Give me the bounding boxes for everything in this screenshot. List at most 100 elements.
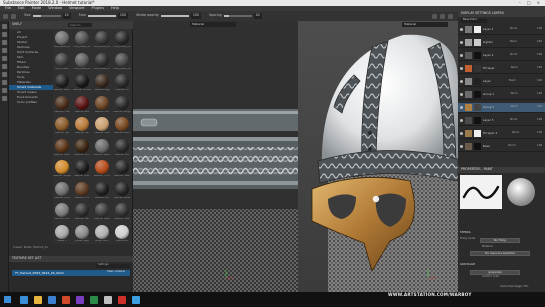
visibility-eye-icon[interactable] [460,119,463,122]
texture-set-shader[interactable]: Main shader [107,270,125,273]
start-menu-icon[interactable] [4,296,11,303]
layer-opacity[interactable]: 100 [537,93,542,96]
eraser-icon[interactable] [2,32,7,37]
shelf-material-tile[interactable]: Leather Soft [93,95,111,119]
shelf-material-tile[interactable]: Leather Fab [53,116,71,140]
shelf-material-tile[interactable]: PBR_Metal_01 [53,30,71,54]
taskbar-app-icon[interactable] [90,295,98,304]
layer-opacity[interactable]: 100 [537,119,542,122]
layer-blend-mode[interactable]: Norm [510,119,517,122]
shelf-material-tile[interactable]: Leather Mat [73,202,91,226]
shelf-material-tile[interactable]: Leather Straps [53,159,71,183]
shelf-material-tile[interactable]: Leather Dirt [93,181,111,205]
close-button[interactable]: × [537,1,540,5]
shelf-material-tile[interactable]: Leather Rich [73,138,91,162]
layer-mask-thumbnail[interactable] [474,65,481,72]
visibility-eye-icon[interactable] [460,106,463,109]
layer-blend-mode[interactable]: Norm [511,67,518,70]
viewport-3d-mode-dropdown[interactable]: Material [402,22,448,27]
layer-blend-mode[interactable]: Norm [508,145,515,148]
taskbar-app-icon[interactable] [48,295,56,304]
export-icon[interactable] [2,96,7,101]
shelf-material-tile[interactable]: Leather Fin2 [73,181,91,205]
visibility-eye-icon[interactable] [460,54,463,57]
layer-mask-thumbnail[interactable] [474,39,481,46]
layer-blend-mode[interactable]: Norm [510,41,517,44]
shelf-material-tile[interactable]: Leather Tan [73,116,91,140]
spacing-slider[interactable]: Spacing 20 [209,13,262,19]
layer-mask-thumbnail[interactable] [474,104,481,111]
shelf-material-tile[interactable]: PBR_Metal_06 [73,52,91,76]
shelf-material-tile[interactable]: Leather Black [53,73,71,97]
shelf-material-tile[interactable]: Leather Scuff [73,159,91,183]
layer-mask-thumbnail[interactable] [474,91,481,98]
shelf-material-tile[interactable]: Leather Padd [53,138,71,162]
layer-mask-thumbnail[interactable] [474,78,481,85]
geometry-mask-icon[interactable] [2,48,7,53]
shelf-material-tile[interactable]: Leather Sofa [93,116,111,140]
shelf-material-tile[interactable]: Leather Pleat [93,202,111,226]
layer-blend-mode[interactable]: Norm [511,93,518,96]
visibility-eye-icon[interactable] [460,67,463,70]
shelf-material-tile[interactable]: Leather Cu [113,73,131,97]
paint-brush-icon[interactable] [2,24,7,29]
flow-value[interactable]: 100 [117,13,128,19]
layer-row[interactable]: Layer 3 Norm 100 [458,116,545,126]
taskbar-app-icon[interactable] [76,295,84,304]
layer-mask-thumbnail[interactable] [474,117,481,124]
layer-mask-thumbnail[interactable] [474,26,481,33]
menu-edit[interactable]: Edit [18,6,25,11]
layer-row[interactable]: Layer Norm 100 [458,77,545,87]
symmetry-icon[interactable] [432,13,437,19]
layer-opacity[interactable]: 100 [537,67,542,70]
visibility-eye-icon[interactable] [460,41,463,44]
stroke-opacity-slider[interactable]: Stroke opacity 100 [136,13,201,19]
taskbar-app-icon[interactable] [104,295,112,304]
size-value[interactable]: 10 [62,13,71,19]
maximize-button[interactable]: □ [527,1,531,5]
shelf-material-tile[interactable]: Leather Used [113,159,131,183]
stencil-tiling-dropdown[interactable]: No Tiling [480,238,520,243]
shelf-material-tile[interactable]: PBR_Metal_08 [113,52,131,76]
menu-viewport[interactable]: Viewport [69,6,84,11]
visibility-eye-icon[interactable] [460,93,463,96]
layer-blend-mode[interactable]: Norm [512,132,519,135]
shelf-material-tile[interactable]: Leather Stit [113,138,131,162]
taskbar-app-icon[interactable] [132,295,140,304]
visibility-eye-icon[interactable] [460,28,463,31]
minimize-button[interactable]: – [519,1,521,5]
menu-plugins[interactable]: Plugins [91,6,104,11]
shelf-material-tile[interactable]: Leather Red [73,95,91,119]
menu-window[interactable]: Window [48,6,62,11]
taskbar-app-icon[interactable] [34,295,42,304]
bake-icon[interactable] [2,88,7,93]
shelf-material-tile[interactable]: Leather Thick [93,159,111,183]
viewport-2d-mode-dropdown[interactable]: Material [190,22,236,27]
shelf-material-tile[interactable]: Leather Fine [53,95,71,119]
menu-mode[interactable]: Mode [32,6,42,11]
shelf-material-tile[interactable]: Leather Bag [93,73,111,97]
flow-slider[interactable]: Flow 100 [79,13,128,19]
clone-icon[interactable] [2,64,7,69]
layer-opacity[interactable]: 100 [537,54,542,57]
layer-mask-thumbnail[interactable] [474,52,481,59]
texture-set-settings-button[interactable]: Settings [96,263,130,268]
camera-icon[interactable] [440,13,445,19]
layer-blend-mode[interactable]: Norm [510,28,517,31]
viewport-2d[interactable] [133,21,298,292]
shelf-material-tile[interactable]: PBR_Metal_02 [73,30,91,54]
shelf-material-tile[interactable]: Leather Hole [113,202,131,226]
layer-row[interactable]: Layer 2 Norm 100 [458,51,545,61]
polygon-fill-icon[interactable] [2,80,7,85]
spacing-value[interactable]: 20 [253,13,262,19]
visibility-eye-icon[interactable] [460,80,463,83]
shelf-search-input[interactable]: Search... [68,23,92,27]
shelf-material-tile[interactable]: PBR_Metal_04 [113,30,131,54]
shelf-material-tile[interactable]: Leather Worn [113,116,131,140]
shelf-material-tile[interactable]: PBR_Metal_03 [93,30,111,54]
alpha-icon[interactable] [11,13,16,19]
menu-file[interactable]: File [5,6,11,11]
shelf-material-tile[interactable]: Leather Gloss [113,181,131,205]
layer-opacity[interactable]: 100 [537,80,542,83]
layer-mask-thumbnail[interactable] [474,143,481,150]
